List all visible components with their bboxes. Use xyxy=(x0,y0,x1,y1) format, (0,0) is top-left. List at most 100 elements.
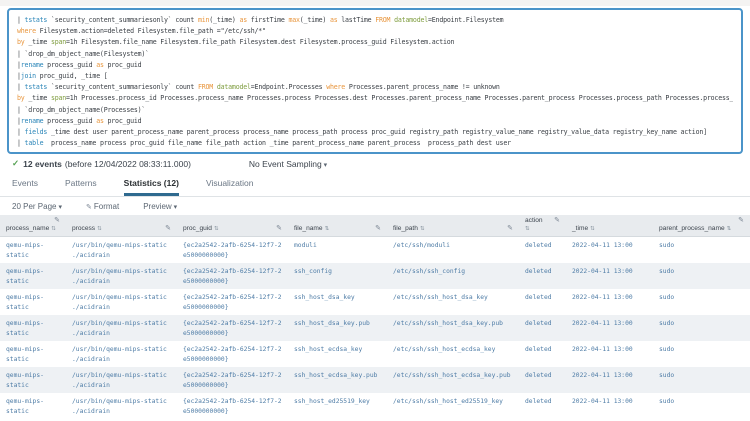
cell-_time[interactable]: 2022-04-11 13:00 xyxy=(566,289,653,315)
cell-proc_guid[interactable]: {ec2a2542-2afb-6254-12f7-2e5000000000} xyxy=(177,341,288,367)
cell-parent_process_name[interactable]: sudo xyxy=(653,341,750,367)
cell-file_path[interactable]: /etc/ssh/ssh_host_ecdsa_key xyxy=(387,341,519,367)
sort-icon[interactable]: ⇅ xyxy=(727,225,732,233)
cell-process_name[interactable]: qemu-mips-static xyxy=(0,237,66,264)
cell-_time[interactable]: 2022-04-11 13:00 xyxy=(566,263,653,289)
pencil-icon[interactable]: ✎ xyxy=(554,217,560,225)
cell-process_name[interactable]: qemu-mips-static xyxy=(0,315,66,341)
sort-icon[interactable]: ⇅ xyxy=(590,225,595,233)
query-line: where Filesystem.action=deleted Filesyst… xyxy=(17,26,733,37)
cell-file_path[interactable]: /etc/ssh/moduli xyxy=(387,237,519,264)
tab-events[interactable]: Events xyxy=(12,178,38,196)
cell-process[interactable]: /usr/bin/qemu-mips-static ./acidrain xyxy=(66,341,177,367)
table-row: qemu-mips-static/usr/bin/qemu-mips-stati… xyxy=(0,315,750,341)
table-row: qemu-mips-static/usr/bin/qemu-mips-stati… xyxy=(0,263,750,289)
cell-proc_guid[interactable]: {ec2a2542-2afb-6254-12f7-2e5000000000} xyxy=(177,263,288,289)
cell-proc_guid[interactable]: {ec2a2542-2afb-6254-12f7-2e5000000000} xyxy=(177,393,288,419)
cell-proc_guid[interactable]: {ec2a2542-2afb-6254-12f7-2e5000000000} xyxy=(177,315,288,341)
event-sampling-label: No Event Sampling xyxy=(249,159,322,169)
cell-process_name[interactable]: qemu-mips-static xyxy=(0,289,66,315)
cell-file_name[interactable]: ssh_host_ecdsa_key.pub xyxy=(288,367,387,393)
cell-process[interactable]: /usr/bin/qemu-mips-static ./acidrain xyxy=(66,315,177,341)
cell-file_path[interactable]: /etc/ssh/ssh_host_ed25519_key xyxy=(387,393,519,419)
pencil-icon[interactable]: ✎ xyxy=(54,217,60,225)
cell-parent_process_name[interactable]: sudo xyxy=(653,393,750,419)
pencil-icon[interactable]: ✎ xyxy=(738,217,744,225)
table-row: qemu-mips-static/usr/bin/qemu-mips-stati… xyxy=(0,367,750,393)
column-header-action[interactable]: action✎⇅ xyxy=(519,215,566,237)
sort-icon[interactable]: ⇅ xyxy=(214,225,219,233)
tab-patterns[interactable]: Patterns xyxy=(65,178,97,196)
cell-file_path[interactable]: /etc/ssh/ssh_host_dsa_key.pub xyxy=(387,315,519,341)
column-header-file_name[interactable]: file_name⇅✎ xyxy=(288,215,387,237)
cell-file_path[interactable]: /etc/ssh/ssh_host_dsa_key xyxy=(387,289,519,315)
column-label: proc_guid xyxy=(183,225,212,233)
sort-icon[interactable]: ⇅ xyxy=(525,225,530,233)
cell-proc_guid[interactable]: {ec2a2542-2afb-6254-12f7-2e5000000000} xyxy=(177,367,288,393)
cell-process[interactable]: /usr/bin/qemu-mips-static ./acidrain xyxy=(66,263,177,289)
query-line: | tstats `security_content_summariesonly… xyxy=(17,82,733,93)
pencil-icon[interactable]: ✎ xyxy=(375,225,381,233)
sort-icon[interactable]: ⇅ xyxy=(51,225,56,233)
cell-action[interactable]: deleted xyxy=(519,263,566,289)
cell-_time[interactable]: 2022-04-11 13:00 xyxy=(566,341,653,367)
cell-action[interactable]: deleted xyxy=(519,393,566,419)
cell-file_name[interactable]: ssh_host_dsa_key.pub xyxy=(288,315,387,341)
cell-process[interactable]: /usr/bin/qemu-mips-static ./acidrain xyxy=(66,289,177,315)
column-header-process_name[interactable]: ✎process_name⇅ xyxy=(0,215,66,237)
cell-process_name[interactable]: qemu-mips-static xyxy=(0,263,66,289)
cell-file_name[interactable]: ssh_host_ed25519_key xyxy=(288,393,387,419)
preview-dropdown[interactable]: Preview▾ xyxy=(143,202,177,211)
chevron-down-icon: ▾ xyxy=(58,204,62,211)
cell-parent_process_name[interactable]: sudo xyxy=(653,367,750,393)
search-bar[interactable]: | tstats `security_content_summariesonly… xyxy=(7,8,743,154)
cell-parent_process_name[interactable]: sudo xyxy=(653,315,750,341)
table-row: qemu-mips-static/usr/bin/qemu-mips-stati… xyxy=(0,237,750,264)
cell-file_path[interactable]: /etc/ssh/ssh_config xyxy=(387,263,519,289)
cell-action[interactable]: deleted xyxy=(519,289,566,315)
tab-statistics[interactable]: Statistics (12) xyxy=(124,178,179,196)
event-sampling-dropdown[interactable]: No Event Sampling▾ xyxy=(249,159,327,169)
cell-file_name[interactable]: ssh_host_ecdsa_key xyxy=(288,341,387,367)
sort-icon[interactable]: ⇅ xyxy=(420,225,425,233)
cell-process[interactable]: /usr/bin/qemu-mips-static ./acidrain xyxy=(66,367,177,393)
cell-parent_process_name[interactable]: sudo xyxy=(653,263,750,289)
cell-_time[interactable]: 2022-04-11 13:00 xyxy=(566,315,653,341)
sort-icon[interactable]: ⇅ xyxy=(97,225,102,233)
column-header-parent_process_name[interactable]: ✎parent_process_name⇅ xyxy=(653,215,750,237)
format-button[interactable]: ✎Format xyxy=(86,202,119,211)
pencil-icon[interactable]: ✎ xyxy=(507,225,513,233)
cell-proc_guid[interactable]: {ec2a2542-2afb-6254-12f7-2e5000000000} xyxy=(177,289,288,315)
tab-visualization[interactable]: Visualization xyxy=(206,178,254,196)
cell-process_name[interactable]: qemu-mips-static xyxy=(0,393,66,419)
cell-file_name[interactable]: ssh_host_dsa_key xyxy=(288,289,387,315)
cell-_time[interactable]: 2022-04-11 13:00 xyxy=(566,393,653,419)
cell-_time[interactable]: 2022-04-11 13:00 xyxy=(566,237,653,264)
column-header-_time[interactable]: _time⇅ xyxy=(566,215,653,237)
cell-process[interactable]: /usr/bin/qemu-mips-static ./acidrain xyxy=(66,393,177,419)
cell-action[interactable]: deleted xyxy=(519,341,566,367)
cell-proc_guid[interactable]: {ec2a2542-2afb-6254-12f7-2e5000000000} xyxy=(177,237,288,264)
cell-file_name[interactable]: ssh_config xyxy=(288,263,387,289)
cell-action[interactable]: deleted xyxy=(519,315,566,341)
cell-parent_process_name[interactable]: sudo xyxy=(653,237,750,264)
cell-action[interactable]: deleted xyxy=(519,237,566,264)
column-header-file_path[interactable]: file_path⇅✎ xyxy=(387,215,519,237)
query-line: | `drop_dm_object_name(Filesystem)` xyxy=(17,49,733,60)
pencil-icon[interactable]: ✎ xyxy=(276,225,282,233)
column-header-proc_guid[interactable]: proc_guid⇅ ✎ xyxy=(177,215,288,237)
cell-process_name[interactable]: qemu-mips-static xyxy=(0,341,66,367)
per-page-dropdown[interactable]: 20 Per Page▾ xyxy=(12,202,62,211)
cell-process[interactable]: /usr/bin/qemu-mips-static ./acidrain xyxy=(66,237,177,264)
cell-action[interactable]: deleted xyxy=(519,367,566,393)
cell-parent_process_name[interactable]: sudo xyxy=(653,289,750,315)
cell-file_path[interactable]: /etc/ssh/ssh_host_ecdsa_key.pub xyxy=(387,367,519,393)
cell-process_name[interactable]: qemu-mips-static xyxy=(0,367,66,393)
cell-_time[interactable]: 2022-04-11 13:00 xyxy=(566,367,653,393)
pencil-icon: ✎ xyxy=(86,204,92,211)
sort-icon[interactable]: ⇅ xyxy=(325,225,330,233)
pencil-icon[interactable]: ✎ xyxy=(165,225,171,233)
cell-file_name[interactable]: moduli xyxy=(288,237,387,264)
query-line: |join proc_guid, _time [ xyxy=(17,71,733,82)
column-header-process[interactable]: process⇅✎ xyxy=(66,215,177,237)
